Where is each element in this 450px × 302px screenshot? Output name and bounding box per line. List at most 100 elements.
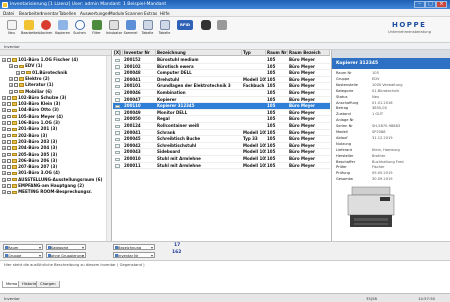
expand-toggle-icon[interactable]: + bbox=[2, 177, 6, 182]
new-button[interactable]: Neu bbox=[4, 19, 19, 41]
tree-checkbox[interactable] bbox=[7, 133, 11, 138]
expand-toggle-icon[interactable]: + bbox=[2, 58, 6, 62]
table-row[interactable]: 200011 Stuhl mit Armlehne Modell 105 105 Bür… bbox=[113, 163, 330, 170]
tree-checkbox[interactable] bbox=[7, 114, 11, 119]
expand-toggle-icon[interactable]: + bbox=[2, 127, 6, 132]
grouping-filter[interactable]: ohne Gruppierung bbox=[46, 252, 86, 258]
tree-checkbox[interactable] bbox=[7, 146, 11, 150]
tree-checkbox[interactable] bbox=[7, 152, 11, 157]
memo-text[interactable]: Hier steht die ausführliche Beschreibung… bbox=[4, 263, 324, 268]
tree-checkbox[interactable] bbox=[7, 96, 11, 100]
tab-chargen[interactable]: Chargen bbox=[36, 281, 60, 288]
copy-button[interactable]: Kopieren bbox=[55, 19, 70, 41]
expand-toggle-icon[interactable]: + bbox=[2, 133, 6, 138]
collect-button[interactable]: Sammel bbox=[123, 19, 138, 41]
expand-toggle-icon[interactable]: + bbox=[9, 64, 13, 69]
tree-checkbox[interactable] bbox=[7, 177, 11, 182]
tree-checkbox[interactable] bbox=[14, 89, 18, 94]
tree-checkbox[interactable] bbox=[21, 70, 25, 75]
maximize-button[interactable]: □ bbox=[425, 1, 436, 8]
sort-primary[interactable]: Bezeichnung bbox=[113, 244, 155, 250]
tree-checkbox[interactable] bbox=[7, 171, 11, 176]
menu-tabellen[interactable]: Tabellen bbox=[59, 11, 76, 16]
table-row[interactable]: 200050 Regal 105 Büro Meyer bbox=[113, 116, 330, 123]
table-row[interactable]: 200046 Kombination 105 Büro Meyer bbox=[113, 90, 330, 97]
expand-toggle-icon[interactable]: + bbox=[2, 171, 6, 176]
col-typ[interactable]: Typ bbox=[242, 50, 266, 56]
col-bezeichnung[interactable]: Bezeichnung bbox=[156, 50, 242, 56]
col-raum-bez[interactable]: Raum Bezeich bbox=[288, 50, 330, 56]
table-row[interactable]: 200110 Kopierer 312345 105 Büro Meyer bbox=[113, 103, 330, 110]
camera-button[interactable] bbox=[198, 19, 213, 41]
table-row[interactable]: 200047 Kopierer 105 Büro Meyer bbox=[113, 97, 330, 104]
expand-toggle-icon[interactable]: + bbox=[2, 146, 6, 151]
tree-item[interactable]: + MEETING ROOM-Besprechungsr. bbox=[2, 189, 111, 195]
tree-checkbox[interactable] bbox=[7, 102, 11, 106]
sort-secondary[interactable]: Inventar Nr bbox=[113, 252, 155, 258]
table-row[interactable]: 200041 Drehstuhl Modell 105 105 Büro Meyer bbox=[113, 77, 330, 84]
category-filter[interactable]: Kategorie bbox=[46, 244, 86, 250]
room-filter[interactable]: Raum bbox=[3, 244, 43, 250]
table-row[interactable]: 200010 Stuhl mit Armlehne Modell 105 105 Bür… bbox=[113, 156, 330, 163]
expand-toggle-icon[interactable]: + bbox=[2, 108, 6, 113]
table-button[interactable]: Tabelle bbox=[140, 19, 155, 41]
expand-toggle-icon[interactable]: + bbox=[2, 139, 6, 144]
expand-toggle-icon[interactable]: + bbox=[16, 70, 20, 75]
table-row[interactable]: 200101 Grundlagen der Elektrotechnik 3 Fac… bbox=[113, 83, 330, 90]
tree-checkbox[interactable] bbox=[7, 190, 11, 195]
expand-toggle-icon[interactable]: + bbox=[9, 89, 13, 94]
minimize-button[interactable]: – bbox=[414, 1, 425, 8]
group-filter[interactable]: Gruppe bbox=[3, 252, 43, 258]
tree-scrollbar[interactable] bbox=[106, 56, 111, 241]
table-row[interactable]: 200042 Schreibtischstuhl Modell 105 105 Büro… bbox=[113, 143, 330, 150]
menu-inventar[interactable]: Inventar bbox=[41, 11, 59, 16]
search-button[interactable]: Suchen bbox=[72, 19, 87, 41]
menu-datei[interactable]: Datei bbox=[3, 11, 14, 16]
expand-toggle-icon[interactable]: + bbox=[2, 165, 6, 170]
table-row[interactable]: 200152 Bürostuhl medium 105 Büro Meyer bbox=[113, 57, 330, 64]
tree-checkbox[interactable] bbox=[7, 127, 11, 132]
table-row[interactable]: 200043 Sideboard Modell 105 105 Büro Meyer bbox=[113, 149, 330, 156]
table-row[interactable]: 200048 Computer DELL 105 Büro Meyer bbox=[113, 70, 330, 77]
expand-toggle-icon[interactable]: + bbox=[2, 95, 6, 100]
print-button[interactable] bbox=[214, 19, 229, 41]
tree-checkbox[interactable] bbox=[14, 77, 18, 81]
expand-toggle-icon[interactable]: + bbox=[2, 190, 6, 195]
table-row[interactable]: 200041 Schrank Modell 105 105 Büro Meyer bbox=[113, 130, 330, 137]
expand-toggle-icon[interactable]: + bbox=[2, 152, 6, 157]
close-button[interactable]: × bbox=[436, 1, 447, 8]
filter-button[interactable]: Filter bbox=[89, 19, 104, 41]
tree-checkbox[interactable] bbox=[7, 165, 11, 169]
expand-toggle-icon[interactable]: + bbox=[2, 184, 6, 188]
col-inventar-nr[interactable]: Inventar Nr bbox=[123, 50, 156, 56]
expand-toggle-icon[interactable]: + bbox=[2, 158, 6, 163]
tree-checkbox[interactable] bbox=[7, 184, 11, 188]
col-raum-nr[interactable]: Raum Nr bbox=[266, 50, 288, 56]
table-row[interactable]: 200102 Bürotisch ewera 105 Büro Meyer bbox=[113, 64, 330, 71]
table-row[interactable]: 200124 Rollcontainer weiß 105 Büro Meyer bbox=[113, 123, 330, 130]
inkubator-button[interactable]: Inkubator bbox=[106, 19, 122, 41]
expand-toggle-icon[interactable]: + bbox=[2, 102, 6, 107]
edit-button[interactable]: Bearbeiten bbox=[21, 19, 40, 41]
delete-button[interactable]: Löschen bbox=[38, 19, 53, 41]
table2-button[interactable]: Tabelle bbox=[157, 19, 172, 41]
rfid-button[interactable]: RFID bbox=[175, 19, 195, 41]
tree-checkbox[interactable] bbox=[14, 64, 18, 69]
tree-checkbox[interactable] bbox=[7, 159, 11, 163]
menu-module[interactable]: Module bbox=[109, 11, 124, 16]
tree-checkbox[interactable] bbox=[7, 58, 11, 62]
col-check[interactable]: [X] bbox=[113, 50, 123, 56]
menu-extras[interactable]: Extras bbox=[144, 11, 157, 16]
menu-hilfe[interactable]: Hilfe bbox=[160, 11, 170, 16]
menu-scannen[interactable]: Scannen bbox=[125, 11, 143, 16]
expand-toggle-icon[interactable]: + bbox=[2, 121, 6, 125]
tree-checkbox[interactable] bbox=[7, 121, 11, 125]
tree-checkbox[interactable] bbox=[7, 108, 11, 113]
tree-checkbox[interactable] bbox=[14, 83, 18, 87]
expand-toggle-icon[interactable]: + bbox=[2, 114, 6, 119]
expand-toggle-icon[interactable]: + bbox=[9, 76, 13, 81]
table-row[interactable]: 200045 Schreibtisch Buche Typ 33 105 Büro Me… bbox=[113, 136, 330, 143]
menu-auswertungen[interactable]: Auswertungen bbox=[80, 11, 110, 16]
tree-checkbox[interactable] bbox=[7, 140, 11, 144]
expand-toggle-icon[interactable]: + bbox=[9, 83, 13, 88]
